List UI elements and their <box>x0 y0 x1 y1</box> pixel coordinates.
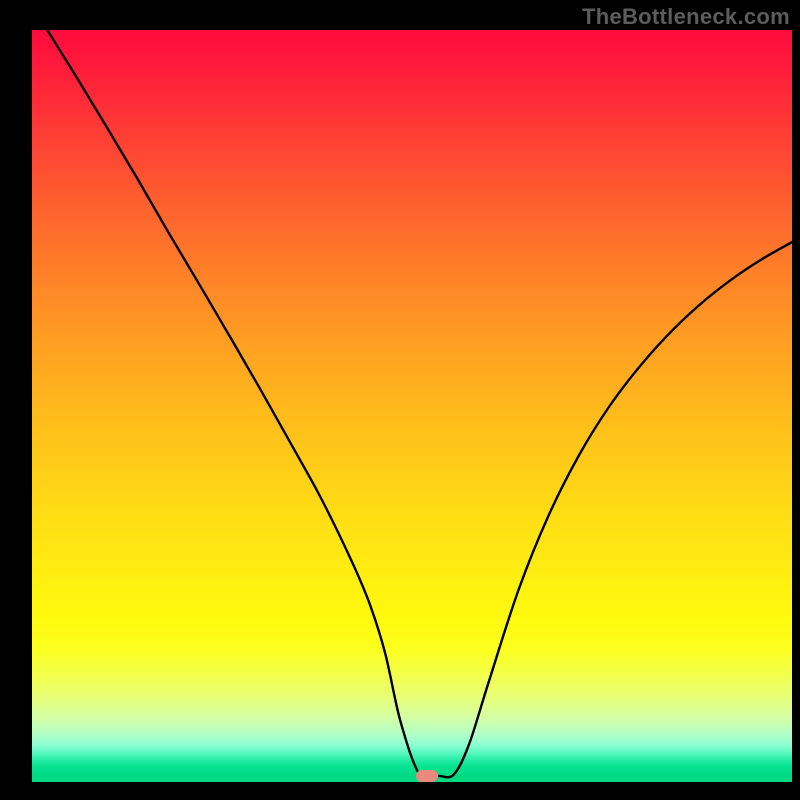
optimal-marker <box>416 770 438 782</box>
plot-area <box>32 30 792 782</box>
watermark-text: TheBottleneck.com <box>582 4 790 30</box>
bottleneck-curve <box>32 30 792 782</box>
chart-frame: TheBottleneck.com <box>0 0 800 800</box>
